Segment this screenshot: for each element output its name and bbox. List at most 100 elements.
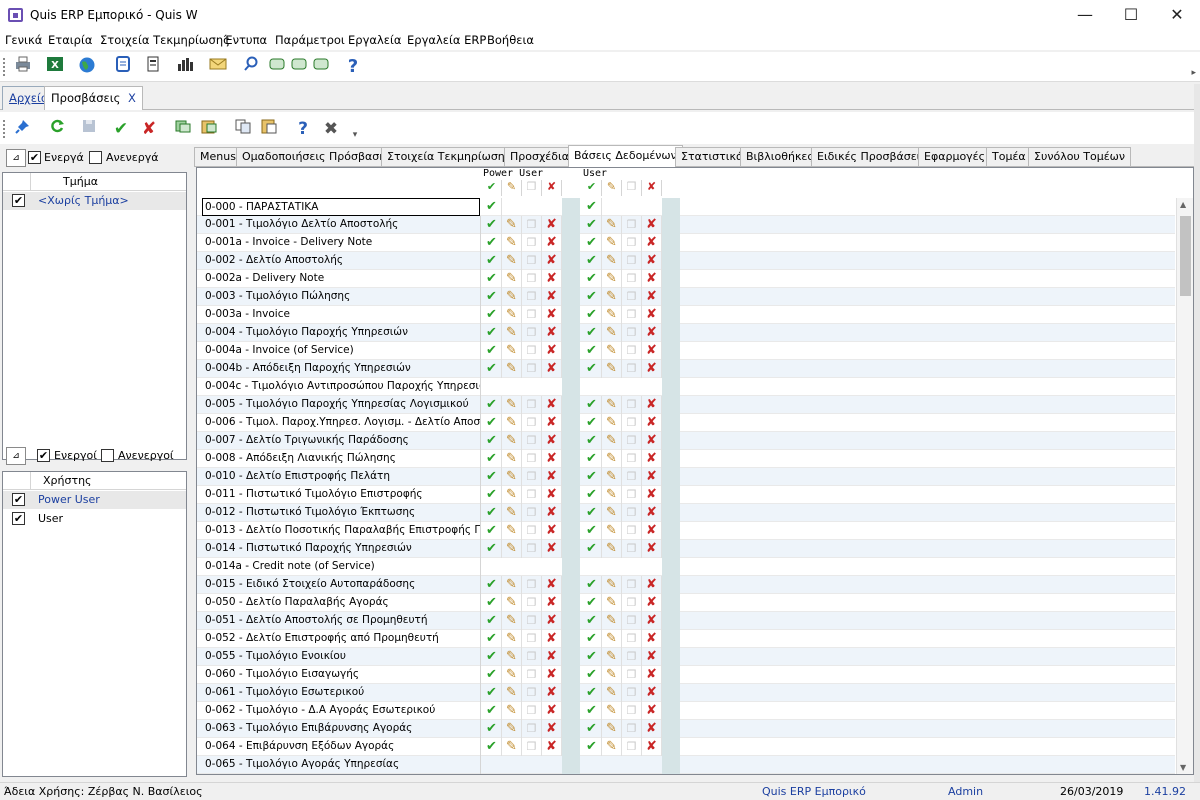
permission-ok-icon[interactable]: ✔ [582, 684, 602, 702]
permission-ok-icon[interactable]: ✔ [482, 594, 502, 612]
permission-edit-icon[interactable]: ✎ [502, 324, 522, 342]
permission-delete-icon[interactable]: ✘ [642, 630, 662, 648]
tab-statistics[interactable]: Στατιστικά [675, 147, 750, 167]
permission-edit-icon[interactable]: ✎ [502, 486, 522, 504]
permission-ok-icon[interactable]: ✔ [482, 306, 502, 324]
permission-edit-icon[interactable]: ✎ [602, 504, 622, 522]
permission-delete-icon[interactable]: ✘ [542, 342, 562, 360]
permission-ok-icon[interactable]: ✔ [582, 468, 602, 486]
permission-ok-icon[interactable]: ✔ [482, 504, 502, 522]
permission-ok-icon[interactable]: ✔ [482, 324, 502, 342]
permission-edit-icon[interactable]: ✎ [602, 234, 622, 252]
table-row[interactable]: 0-001 - Τιμολόγιο Δελτίο Αποστολής ✔ ✎ ❐ ✘ ✔ ✎… [197, 216, 1175, 234]
permission-edit-icon[interactable]: ✎ [502, 234, 522, 252]
table-row[interactable]: 0-003a - Invoice ✔ ✎ ❐ ✘ ✔ ✎ ❐ ✘ [197, 306, 1175, 324]
permission-edit-icon[interactable]: ✎ [502, 414, 522, 432]
column-header-delete-icon[interactable]: ✘ [642, 180, 662, 196]
permission-ok-icon[interactable]: ✔ [582, 540, 602, 558]
column-header-edit-icon[interactable]: ✎ [502, 180, 522, 196]
permission-new-icon[interactable]: ❐ [622, 396, 642, 414]
permission-new-icon[interactable]: ❐ [522, 702, 542, 720]
permission-delete-icon[interactable]: ✘ [542, 306, 562, 324]
permission-delete-icon[interactable]: ✘ [542, 522, 562, 540]
help-icon[interactable]: ? [342, 56, 364, 78]
permission-new-icon[interactable]: ❐ [522, 216, 542, 234]
permission-new-icon[interactable]: ❐ [622, 288, 642, 306]
permission-new-icon[interactable]: ❐ [522, 324, 542, 342]
permission-new-icon[interactable]: ❐ [622, 540, 642, 558]
tab-documents[interactable]: Στοιχεία Τεκμηρίωσης [381, 147, 518, 167]
permission-new-icon[interactable]: ❐ [522, 234, 542, 252]
permission-new-icon[interactable]: ❐ [522, 594, 542, 612]
tab-access[interactable]: Προσβάσεις X [44, 86, 143, 110]
permission-new-icon[interactable]: ❐ [622, 720, 642, 738]
permission-delete-icon[interactable]: ✘ [642, 216, 662, 234]
permission-new-icon[interactable]: ❐ [622, 576, 642, 594]
permission-delete-icon[interactable]: ✘ [542, 576, 562, 594]
permission-delete-icon[interactable]: ✘ [642, 396, 662, 414]
permission-new-icon[interactable]: ❐ [522, 738, 542, 756]
permission-ok-icon[interactable]: ✔ [582, 306, 602, 324]
table-row[interactable]: 0-012 - Πιστωτικό Τιμολόγιο Έκπτωσης ✔ ✎ ❐ ✘… [197, 504, 1175, 522]
permission-delete-icon[interactable]: ✘ [642, 432, 662, 450]
permission-delete-icon[interactable]: ✘ [642, 648, 662, 666]
permission-new-icon[interactable]: ❐ [522, 360, 542, 378]
copy-icon[interactable] [232, 118, 254, 140]
column-header-edit-icon[interactable]: ✎ [602, 180, 622, 196]
window-icon-3[interactable] [310, 56, 332, 78]
table-row[interactable]: 0-062 - Τιμολόγιο - Δ.Α Αγοράς Εσωτερικο… [197, 702, 1175, 720]
permission-ok-icon[interactable]: ✔ [482, 612, 502, 630]
permission-delete-icon[interactable]: ✘ [642, 234, 662, 252]
menu-help[interactable]: Βοήθεια [487, 33, 534, 47]
permission-ok-icon[interactable]: ✔ [482, 486, 502, 504]
tab-menus[interactable]: Menus [194, 147, 242, 167]
permission-new-icon[interactable]: ❐ [522, 306, 542, 324]
menu-parameters[interactable]: Παράμετροι [275, 33, 345, 47]
permission-edit-icon[interactable]: ✎ [602, 738, 622, 756]
permission-ok-icon[interactable]: ✔ [582, 702, 602, 720]
permission-ok-icon[interactable]: ✔ [482, 216, 502, 234]
column-header-ok-icon[interactable]: ✔ [482, 180, 502, 196]
table-row[interactable]: 0-001a - Invoice - Delivery Note ✔ ✎ ❐ ✘ ✔ ✎ ❐ ✘ [197, 234, 1175, 252]
table-row[interactable]: 0-060 - Τιμολόγιο Εισαγωγής ✔ ✎ ❐ ✘ ✔ ✎ ❐ ✘ [197, 666, 1175, 684]
permission-edit-icon[interactable]: ✎ [502, 288, 522, 306]
table-row[interactable]: 0-011 - Πιστωτικό Τιμολόγιο Επιστροφής ✔ ✎… [197, 486, 1175, 504]
save-icon[interactable] [78, 118, 100, 140]
table-row[interactable]: 0-000 - ΠΑΡΑΣΤΑΤΙΚΑ ✔ ✔ [197, 198, 1175, 216]
permission-new-icon[interactable]: ❐ [622, 234, 642, 252]
permission-ok-icon[interactable]: ✔ [582, 594, 602, 612]
globe-icon[interactable] [76, 56, 98, 78]
permission-delete-icon[interactable]: ✘ [542, 666, 562, 684]
permission-ok-icon[interactable]: ✔ [582, 432, 602, 450]
permission-delete-icon[interactable]: ✘ [542, 450, 562, 468]
permission-ok-icon[interactable]: ✔ [582, 234, 602, 252]
tab-access-close-icon[interactable]: X [128, 91, 136, 105]
user-column-header[interactable]: Χρήστης [43, 474, 92, 487]
permission-ok-icon[interactable]: ✔ [482, 450, 502, 468]
permission-ok-icon[interactable]: ✔ [482, 702, 502, 720]
department-active-checkbox[interactable]: ✔ [28, 151, 41, 164]
report-icon[interactable] [142, 56, 164, 78]
permission-ok-icon[interactable]: ✔ [582, 648, 602, 666]
close-tool-icon[interactable]: ✖ [320, 118, 342, 140]
copy-rights-icon[interactable] [172, 118, 194, 140]
department-row[interactable]: ✔ <Χωρίς Τμήμα> [3, 192, 186, 210]
permission-edit-icon[interactable]: ✎ [602, 216, 622, 234]
permission-new-icon[interactable]: ❐ [522, 414, 542, 432]
permission-ok-icon[interactable]: ✔ [582, 738, 602, 756]
column-header-delete-icon[interactable]: ✘ [542, 180, 562, 196]
permission-new-icon[interactable]: ❐ [522, 630, 542, 648]
pin-icon[interactable] [12, 118, 34, 140]
print-icon[interactable] [12, 56, 34, 78]
table-row[interactable]: 0-005 - Τιμολόγιο Παροχής Υπηρεσίας Λογι… [197, 396, 1175, 414]
permission-edit-icon[interactable]: ✎ [502, 306, 522, 324]
permission-delete-icon[interactable]: ✘ [542, 252, 562, 270]
permission-delete-icon[interactable]: ✘ [642, 540, 662, 558]
permission-edit-icon[interactable]: ✎ [502, 666, 522, 684]
permission-edit-icon[interactable]: ✎ [602, 468, 622, 486]
table-row[interactable]: 0-003 - Τιμολόγιο Πώλησης ✔ ✎ ❐ ✘ ✔ ✎ ❐ ✘ [197, 288, 1175, 306]
permission-edit-icon[interactable]: ✎ [502, 504, 522, 522]
grid-vertical-scrollbar[interactable]: ▲ ▼ [1176, 198, 1193, 774]
tab-databases[interactable]: Βάσεις Δεδομένων [568, 145, 683, 168]
permission-new-icon[interactable]: ❐ [522, 576, 542, 594]
